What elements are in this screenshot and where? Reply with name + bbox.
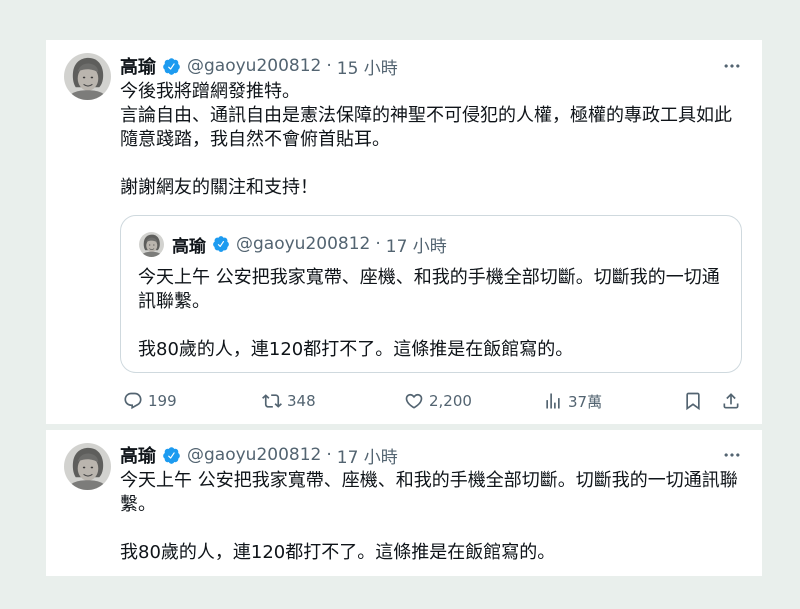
tweet-text-line: [120, 517, 738, 541]
reply-icon: [123, 391, 143, 411]
quoted-tweet[interactable]: 高瑜 @gaoyu200812 · 17 小時 今天上午 公安把我家寬帶、座機、…: [120, 215, 742, 373]
tweet-text-line: 今天上午 公安把我家寬帶、座機、和我的手機全部切斷。切斷我的一切通訊聯: [120, 470, 738, 491]
author-name[interactable]: 高瑜: [120, 442, 156, 468]
quoted-text-line: 訊聯繫。: [138, 291, 210, 312]
tweet-card[interactable]: 高瑜 @gaoyu200812 · 17 小時 今天上午 公安把我家寬帶、座機、…: [46, 430, 762, 576]
action-bar: 199 348 2,200 37萬: [46, 389, 762, 413]
verified-badge-icon: [162, 57, 181, 76]
views-button[interactable]: 37萬: [543, 389, 602, 413]
tweet-text-line: 隨意踐踏，我自然不會俯首貼耳。: [120, 129, 390, 150]
meta-separator: ·: [326, 445, 332, 465]
bookmark-icon: [683, 391, 703, 411]
quoted-text-line: 我80歲的人，連120都打不了。這條推是在飯館寫的。: [138, 339, 574, 360]
timestamp[interactable]: 15 小時: [337, 54, 398, 79]
more-icon[interactable]: [722, 445, 742, 465]
author-name[interactable]: 高瑜: [120, 53, 156, 79]
tweet-text-line: 謝謝網友的關注和支持！: [120, 177, 318, 198]
like-count: 2,200: [429, 392, 472, 410]
tweet-text-line: 今後我將蹭網發推特。: [120, 81, 300, 102]
bookmark-button[interactable]: [683, 389, 703, 413]
tweet-card[interactable]: 高瑜 @gaoyu200812 · 15 小時 今後我將蹭網發推特。 言論自由、…: [46, 40, 762, 424]
tweet-text-line: 我80歲的人，連120都打不了。這條推是在飯館寫的。: [120, 542, 556, 563]
tweet-text-line: 繫。: [120, 494, 156, 515]
tweet-text: 今後我將蹭網發推特。 言論自由、通訊自由是憲法保障的神聖不可侵犯的人權，極權的專…: [120, 80, 732, 200]
author-handle[interactable]: @gaoyu200812: [187, 56, 321, 76]
author-handle[interactable]: @gaoyu200812: [187, 445, 321, 465]
tweet-text-line: 言論自由、通訊自由是憲法保障的神聖不可侵犯的人權，極權的專政工具如此: [120, 105, 732, 126]
avatar[interactable]: [64, 443, 111, 490]
repost-button[interactable]: 348: [262, 389, 316, 413]
quoted-tweet-text: 今天上午 公安把我家寬帶、座機、和我的手機全部切斷。切斷我的一切通 訊聯繫。 我…: [138, 266, 720, 362]
avatar[interactable]: [64, 53, 111, 100]
heart-icon: [404, 391, 424, 411]
tweet-header: 高瑜 @gaoyu200812 · 17 小時: [120, 442, 398, 468]
reply-button[interactable]: 199: [123, 389, 177, 413]
timestamp[interactable]: 17 小時: [337, 443, 398, 468]
avatar-portrait-icon: [139, 232, 164, 257]
share-icon: [721, 391, 741, 411]
verified-badge-icon: [162, 446, 181, 465]
share-button[interactable]: [721, 389, 741, 413]
repost-icon: [262, 391, 282, 411]
avatar-portrait-icon: [64, 443, 111, 490]
tweet-text: 今天上午 公安把我家寬帶、座機、和我的手機全部切斷。切斷我的一切通訊聯 繫。 我…: [120, 469, 738, 565]
quoted-timestamp[interactable]: 17 小時: [386, 232, 447, 257]
verified-badge-icon: [212, 235, 230, 253]
more-icon[interactable]: [722, 56, 742, 76]
quoted-text-line: 今天上午 公安把我家寬帶、座機、和我的手機全部切斷。切斷我的一切通: [138, 267, 720, 288]
quoted-author-name[interactable]: 高瑜: [172, 232, 206, 257]
quoted-tweet-header: 高瑜 @gaoyu200812 · 17 小時: [172, 232, 447, 257]
avatar-portrait-icon: [64, 53, 111, 100]
views-count: 37萬: [568, 392, 603, 411]
meta-separator: ·: [375, 234, 381, 254]
quoted-text-line: [138, 314, 720, 338]
tweet-text-line: [120, 152, 732, 176]
tweet-header: 高瑜 @gaoyu200812 · 15 小時: [120, 53, 398, 79]
quoted-avatar[interactable]: [139, 232, 164, 257]
meta-separator: ·: [326, 56, 332, 76]
repost-count: 348: [287, 392, 316, 410]
quoted-author-handle[interactable]: @gaoyu200812: [236, 234, 370, 254]
like-button[interactable]: 2,200: [404, 389, 472, 413]
reply-count: 199: [148, 392, 177, 410]
views-icon: [543, 391, 563, 411]
